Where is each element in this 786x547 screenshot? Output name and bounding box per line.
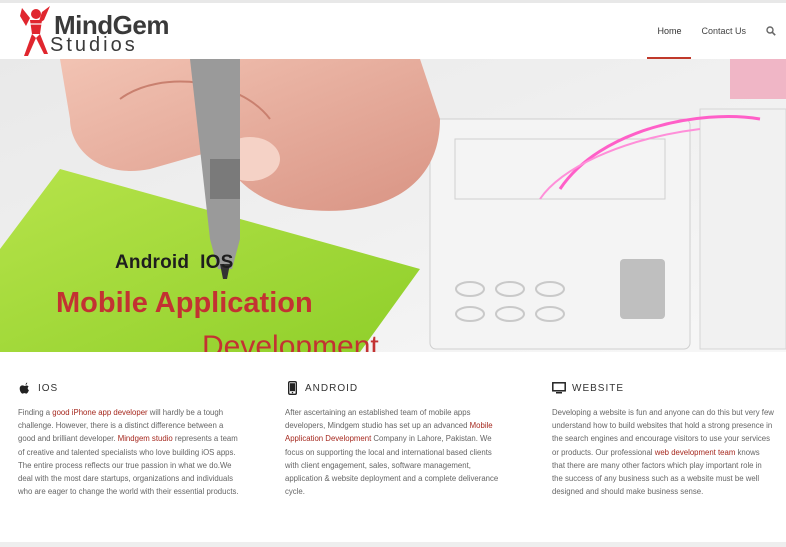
hero-title: Mobile Application — [56, 287, 313, 319]
services-section: IOS Finding a good iPhone app developer … — [0, 352, 786, 542]
service-heading: WEBSITE — [552, 380, 774, 396]
site-logo[interactable]: MindGem Studios — [16, 4, 186, 58]
service-title: ANDROID — [305, 382, 359, 394]
service-ios: IOS Finding a good iPhone app developer … — [18, 380, 240, 498]
hero-subtitle: Development — [202, 330, 379, 352]
service-heading: IOS — [18, 380, 240, 396]
service-description: Developing a website is fun and anyone c… — [552, 406, 774, 498]
service-title: IOS — [38, 382, 59, 394]
service-android: ANDROID After ascertaining an establishe… — [285, 380, 507, 498]
search-button[interactable] — [756, 3, 786, 59]
paragraph-text: represents a team of creative and talent… — [18, 434, 239, 497]
main-nav: Home Contact Us — [647, 3, 786, 59]
service-description: After ascertaining an established team o… — [285, 406, 507, 498]
service-title: WEBSITE — [572, 382, 625, 394]
inline-link[interactable]: web development team — [655, 448, 736, 457]
nav-home[interactable]: Home — [647, 3, 692, 59]
service-description: Finding a good iPhone app developer will… — [18, 406, 240, 498]
mobile-phone-icon — [285, 381, 299, 395]
paragraph-text: Company in Lahore, Pakistan. We focus on… — [285, 434, 499, 497]
paragraph-text: Finding a — [18, 408, 53, 417]
paragraph-text: After ascertaining an established team o… — [285, 408, 471, 431]
apple-icon — [18, 381, 32, 395]
inline-link[interactable]: good iPhone app developer — [52, 408, 147, 417]
service-heading: ANDROID — [285, 380, 507, 396]
bottom-border — [0, 542, 786, 547]
monitor-icon — [552, 381, 566, 395]
search-icon — [766, 26, 776, 36]
logo-subname: Studios — [50, 34, 138, 56]
nav-contact-us[interactable]: Contact Us — [691, 3, 756, 59]
hero-platforms: Android IOS — [115, 252, 234, 273]
hero-banner: Android IOS Mobile Application Developme… — [0, 59, 786, 352]
inline-link[interactable]: Mindgem studio — [118, 434, 173, 443]
service-website: WEBSITE Developing a website is fun and … — [552, 380, 774, 498]
site-header: MindGem Studios Home Contact Us — [0, 3, 786, 59]
